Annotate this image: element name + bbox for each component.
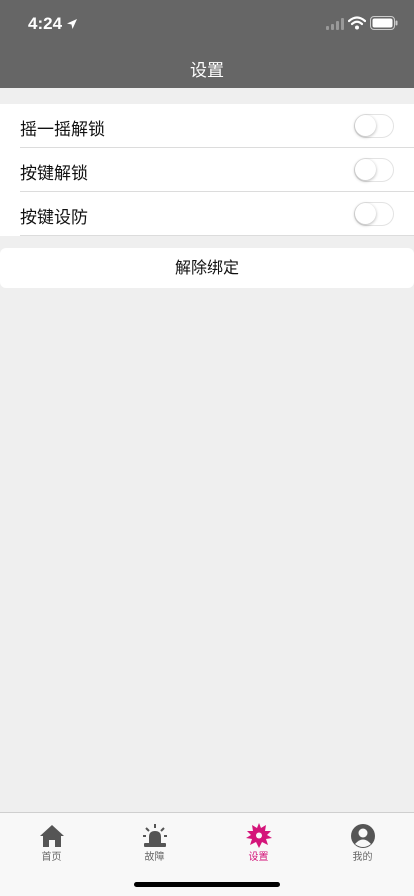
page-title: 设置: [190, 61, 224, 81]
unbind-button[interactable]: 解除绑定: [0, 248, 414, 288]
battery-icon: [370, 16, 398, 30]
setting-label: 摇一摇解锁: [20, 120, 105, 140]
tab-home[interactable]: 首页: [0, 823, 103, 869]
setting-row-key-arm: 按键设防: [20, 192, 414, 236]
status-bar: 4:24: [0, 0, 414, 44]
home-icon: [39, 825, 64, 847]
tab-mine[interactable]: 我的: [311, 823, 414, 869]
wifi-icon: [348, 16, 366, 30]
tab-label: 首页: [41, 852, 62, 863]
gear-icon: [245, 823, 272, 848]
setting-row-key-unlock: 按键解锁: [20, 148, 414, 192]
user-icon: [350, 824, 375, 848]
toggle-knob: [355, 203, 376, 224]
status-time: 4:24: [28, 14, 63, 33]
setting-row-shake-unlock: 摇一摇解锁: [20, 104, 414, 148]
setting-label: 按键设防: [20, 208, 88, 228]
toggle-knob: [355, 159, 376, 180]
settings-list: 摇一摇解锁 按键解锁 按键设防: [0, 104, 414, 236]
tab-label: 故障: [144, 852, 165, 863]
signal-icon: [326, 18, 344, 30]
home-indicator: [134, 882, 280, 887]
tab-settings[interactable]: 设置: [207, 823, 310, 869]
shake-unlock-toggle[interactable]: [354, 114, 394, 138]
toggle-knob: [355, 115, 376, 136]
key-unlock-toggle[interactable]: [354, 158, 394, 182]
nav-header: 4:24 设置: [0, 0, 414, 88]
alarm-icon: [142, 824, 167, 847]
key-arm-toggle[interactable]: [354, 202, 394, 226]
setting-label: 按键解锁: [20, 164, 88, 184]
tab-fault[interactable]: 故障: [103, 823, 206, 869]
location-arrow-icon: [67, 19, 77, 29]
tab-label: 我的: [352, 852, 373, 863]
tab-label: 设置: [248, 852, 269, 863]
